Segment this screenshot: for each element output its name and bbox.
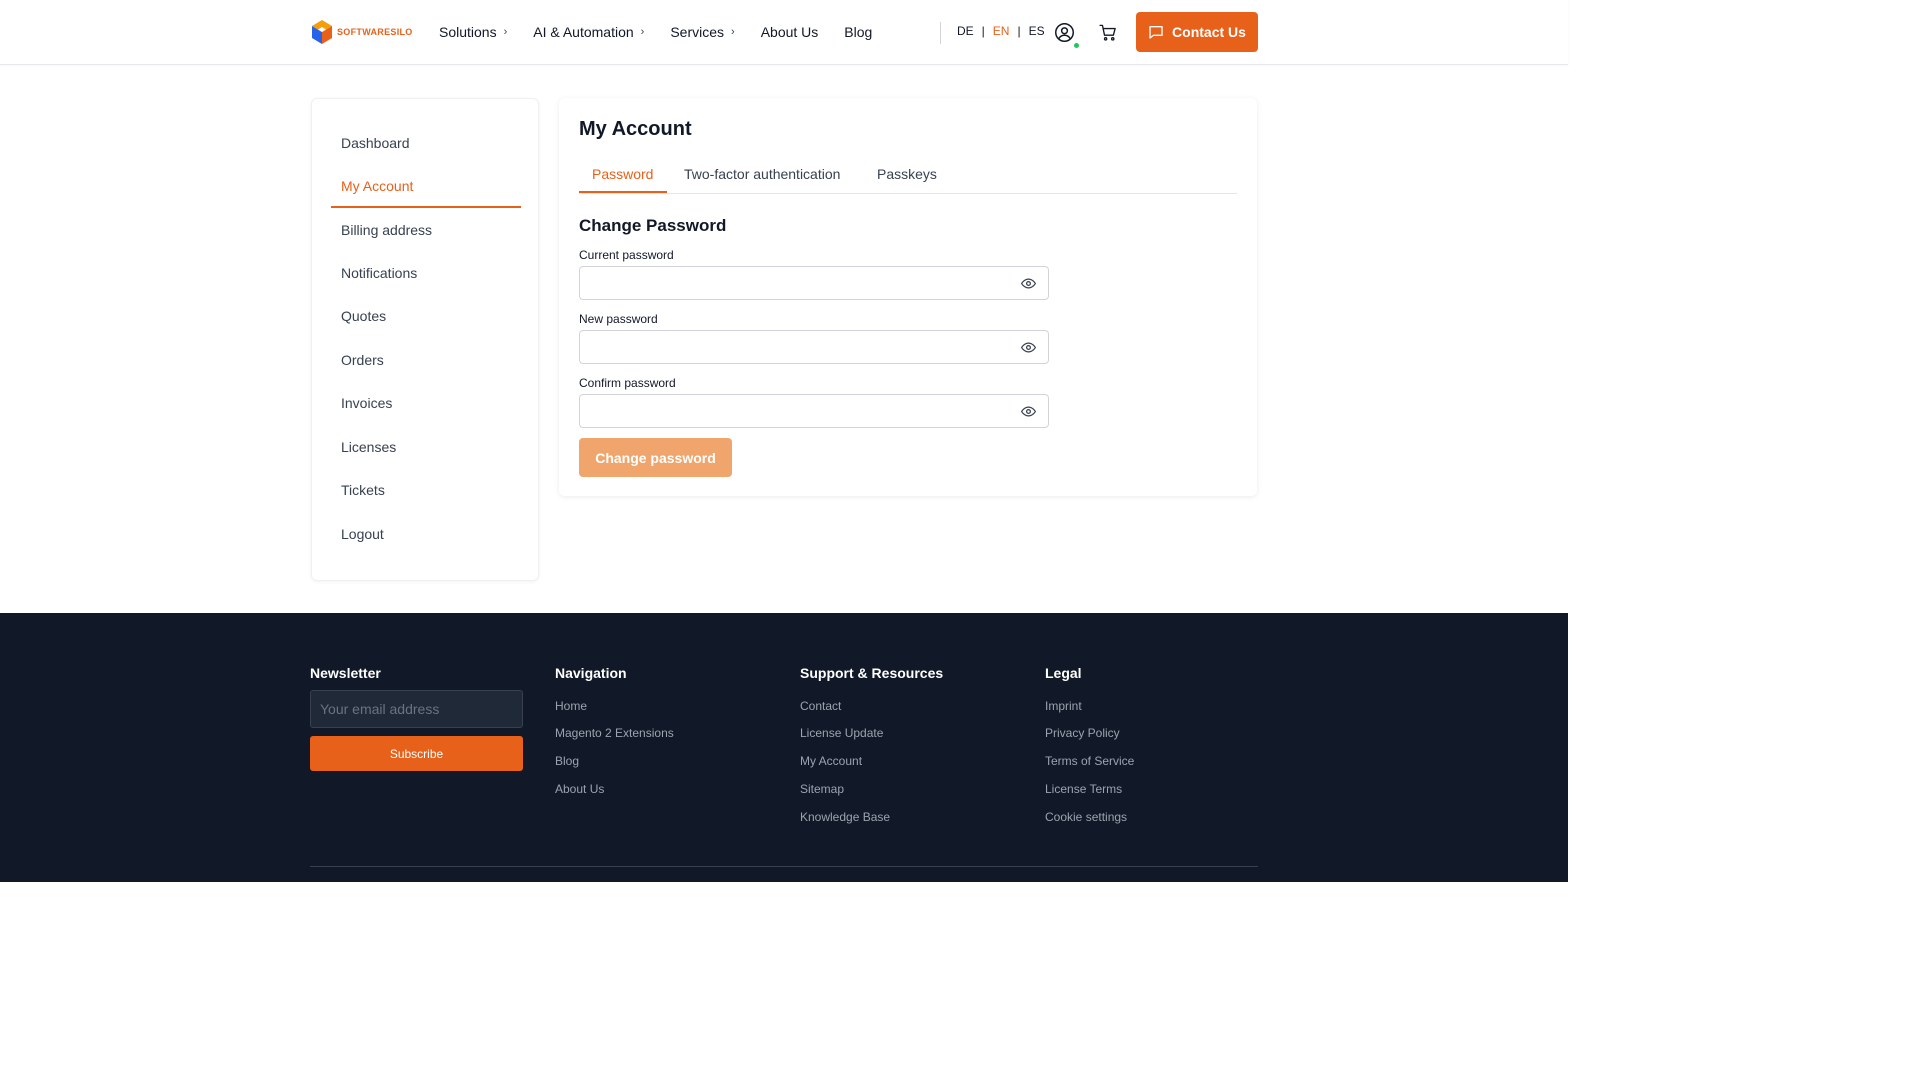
newsletter-field: [310, 690, 523, 728]
nav-label: Blog: [844, 24, 873, 40]
eye-icon[interactable]: [1021, 405, 1036, 418]
lang-es[interactable]: ES: [1029, 24, 1045, 38]
footer-link-home[interactable]: Home: [555, 699, 587, 713]
language-switcher: DE | EN | ES: [957, 24, 1045, 38]
sidebar-item-notifications[interactable]: Notifications: [341, 265, 417, 281]
nav-blog[interactable]: Blog: [844, 24, 872, 40]
footer-link-license-terms[interactable]: License Terms: [1045, 782, 1122, 796]
nav-label: Services: [670, 24, 725, 40]
nav-about-us[interactable]: About Us: [761, 24, 819, 40]
legal-heading: Legal: [1045, 665, 1082, 681]
page-title: My Account: [579, 118, 692, 140]
lang-separator: |: [981, 24, 985, 38]
sidebar-item-my-account[interactable]: My Account: [341, 178, 413, 194]
footer-link-sitemap[interactable]: Sitemap: [800, 782, 844, 796]
footer-divider: [310, 866, 1258, 867]
nav-services[interactable]: Services ›: [670, 24, 734, 40]
chevron-right-icon: ›: [731, 26, 735, 38]
site-footer: Newsletter Subscribe Navigation Home Mag…: [0, 613, 1568, 882]
new-password-label: New password: [579, 312, 658, 326]
chat-icon: [1149, 26, 1163, 39]
footer-link-blog[interactable]: Blog: [555, 754, 579, 768]
contact-us-label: Contact Us: [1172, 24, 1246, 40]
online-status-dot: [1073, 42, 1080, 49]
logo-cube-icon: [312, 20, 332, 44]
tab-password[interactable]: Password: [592, 166, 653, 182]
confirm-password-input[interactable]: [580, 395, 1048, 427]
sidebar-item-invoices[interactable]: Invoices: [341, 395, 392, 411]
tab-passkeys[interactable]: Passkeys: [877, 166, 937, 182]
footer-link-about-us[interactable]: About Us: [555, 782, 604, 796]
nav-ai-automation[interactable]: AI & Automation ›: [533, 24, 644, 40]
account-sidebar: Dashboard My Account Billing address Not…: [311, 98, 539, 581]
main-nav: Solutions › AI & Automation › Services ›…: [439, 0, 898, 64]
chevron-right-icon: ›: [503, 26, 508, 38]
contact-us-button[interactable]: Contact Us: [1136, 12, 1258, 52]
sidebar-active-indicator: [331, 206, 521, 208]
sidebar-item-quotes[interactable]: Quotes: [341, 308, 386, 324]
header-divider: [940, 22, 941, 44]
footer-link-contact[interactable]: Contact: [800, 699, 841, 713]
user-account-icon[interactable]: [1054, 22, 1075, 43]
sidebar-item-dashboard[interactable]: Dashboard: [341, 135, 410, 151]
footer-link-knowledge-base[interactable]: Knowledge Base: [800, 810, 890, 824]
sidebar-item-logout[interactable]: Logout: [341, 526, 384, 542]
current-password-input[interactable]: [580, 267, 1048, 299]
confirm-password-label: Confirm password: [579, 376, 676, 390]
footer-link-my-account[interactable]: My Account: [800, 754, 862, 768]
lang-separator: |: [1017, 24, 1021, 38]
current-password-field: [579, 266, 1049, 300]
confirm-password-field: [579, 394, 1049, 428]
footer-link-cookie-settings[interactable]: Cookie settings: [1045, 810, 1127, 824]
account-card: My Account Password Two-factor authentic…: [559, 98, 1257, 496]
nav-label: AI & Automation: [533, 24, 634, 40]
sidebar-item-billing-address[interactable]: Billing address: [341, 222, 432, 238]
eye-icon[interactable]: [1021, 341, 1036, 354]
nav-label: About Us: [760, 24, 819, 40]
current-password-label: Current password: [579, 248, 674, 262]
change-password-button[interactable]: Change password: [579, 438, 732, 477]
section-title: Change Password: [579, 216, 727, 235]
newsletter-email-input[interactable]: [311, 691, 522, 727]
sidebar-item-orders[interactable]: Orders: [341, 352, 384, 368]
footer-link-magento-extensions[interactable]: Magento 2 Extensions: [555, 726, 674, 740]
sidebar-item-licenses[interactable]: Licenses: [341, 439, 396, 455]
support-heading: Support & Resources: [800, 665, 944, 681]
footer-link-terms-of-service[interactable]: Terms of Service: [1045, 754, 1134, 768]
chevron-right-icon: ›: [640, 26, 645, 38]
sidebar-item-tickets[interactable]: Tickets: [341, 482, 385, 498]
new-password-field: [579, 330, 1049, 364]
navigation-heading: Navigation: [555, 665, 627, 681]
new-password-input[interactable]: [580, 331, 1048, 363]
footer-link-imprint[interactable]: Imprint: [1045, 699, 1082, 713]
newsletter-heading: Newsletter: [310, 665, 381, 681]
account-tabs: Password Two-factor authentication Passk…: [579, 160, 1237, 194]
lang-de[interactable]: DE: [957, 24, 974, 38]
lang-en[interactable]: EN: [993, 24, 1010, 38]
eye-icon[interactable]: [1021, 277, 1036, 290]
subscribe-button[interactable]: Subscribe: [310, 736, 523, 771]
logo[interactable]: SOFTWARESILO: [311, 19, 413, 45]
footer-link-license-update[interactable]: License Update: [800, 726, 883, 740]
logo-text: SOFTWARESILO: [337, 27, 413, 37]
nav-label: Solutions: [439, 24, 497, 40]
tab-active-indicator: [579, 191, 667, 193]
tab-two-factor[interactable]: Two-factor authentication: [684, 166, 840, 182]
footer-link-privacy-policy[interactable]: Privacy Policy: [1045, 726, 1120, 740]
site-header: SOFTWARESILO Solutions › AI & Automation…: [0, 0, 1568, 65]
cart-icon[interactable]: [1098, 23, 1118, 42]
nav-solutions[interactable]: Solutions ›: [439, 24, 507, 40]
